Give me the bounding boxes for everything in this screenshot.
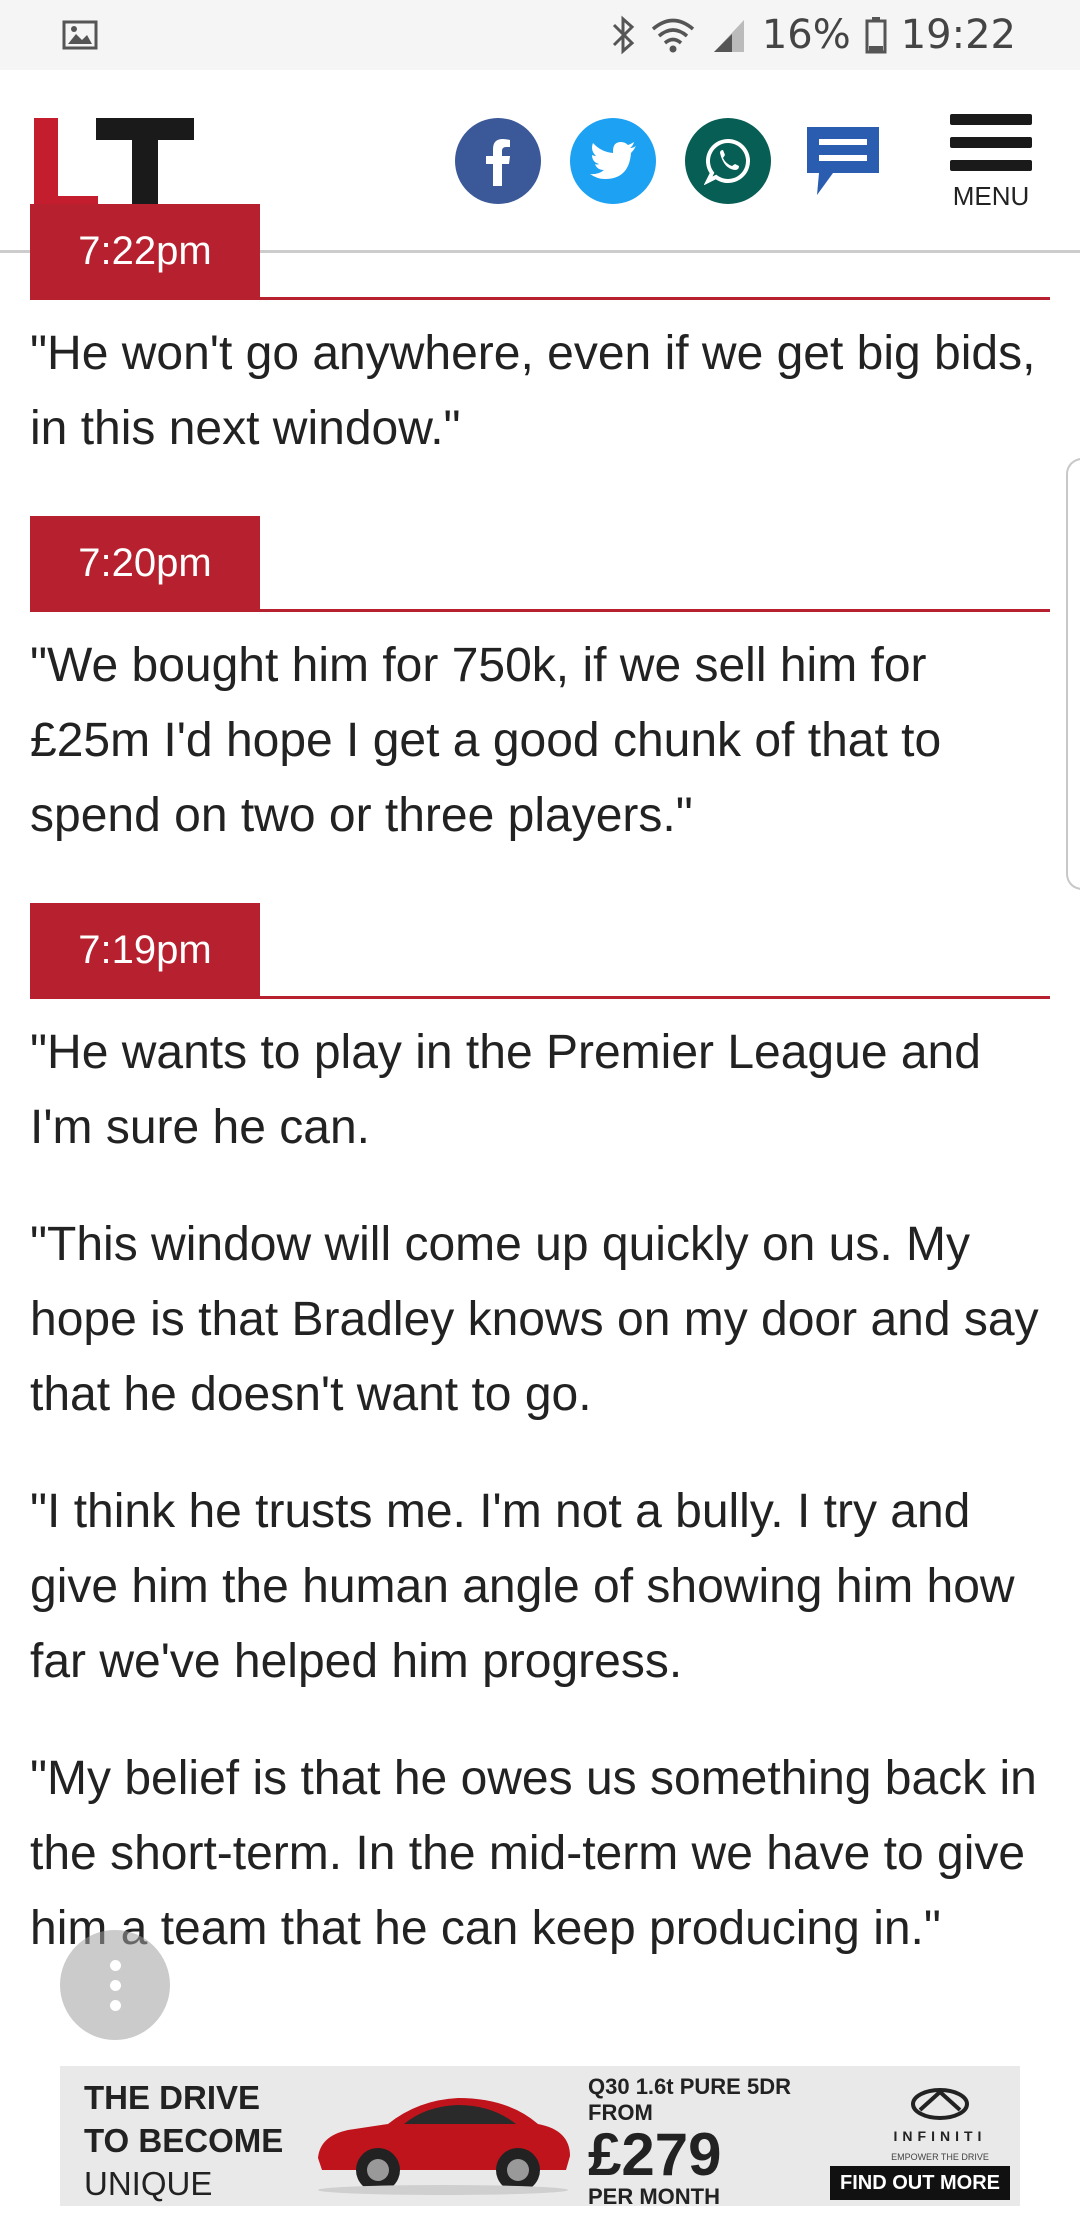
ad-tagline: EMPOWER THE DRIVE [891,2152,989,2162]
scroll-handle[interactable] [1066,458,1080,890]
ad-slogan-line: UNIQUE [84,2165,213,2202]
image-icon [62,20,98,50]
entry-header: 7:20pm [30,516,1050,612]
infiniti-logo-icon [911,2088,969,2120]
facebook-share-button[interactable] [455,118,541,204]
entry-paragraph: "This window will come up quickly on us.… [30,1218,1039,1421]
menu-bar [950,114,1032,125]
status-bar: 16% 19:22 [0,0,1080,70]
clock: 19:22 [900,12,1016,58]
twitter-icon [590,142,636,179]
ad-price: £279 [588,2121,722,2188]
more-dots-icon [109,1959,121,1971]
entry-paragraph: "I think he trusts me. I'm not a bully. … [30,1485,1015,1688]
car-image [318,2098,570,2195]
ad-slogan-line: TO BECOME [84,2122,284,2159]
whatsapp-icon [704,138,750,185]
ad-per-month: PER MONTH [588,2184,720,2206]
battery-percent: 16% [761,12,851,58]
comment-icon [807,127,879,195]
ad-brand: INFINITI [893,2128,987,2144]
entry-paragraph: "We bought him for 750k, if we sell him … [30,639,942,842]
divider [30,297,1050,300]
entry-paragraph: "He won't go anywhere, even if we get bi… [30,327,1036,455]
bluetooth-icon [612,15,634,55]
more-dots-icon [109,1999,121,2011]
comments-button[interactable] [800,118,886,204]
ad-slogan-line: THE DRIVE [84,2079,261,2116]
facebook-icon [486,139,510,186]
live-blog: 7:22pm "He won't go anywhere, even if we… [30,204,1050,1966]
logo-mark [34,118,194,218]
entry-paragraph: "He wants to play in the Premier League … [30,1026,981,1154]
entry-timestamp: 7:20pm [30,516,260,610]
entry-header: 7:22pm [30,204,1050,300]
divider [30,609,1050,612]
more-dots-icon [109,1979,121,1991]
entry-timestamp: 7:22pm [30,204,260,298]
signal-icon [713,20,744,52]
entry-paragraph: "My belief is that he owes us something … [30,1752,1037,1955]
menu-bar [950,137,1032,148]
menu-bar [950,160,1032,171]
whatsapp-share-button[interactable] [685,118,771,204]
site-logo[interactable] [34,118,194,218]
wifi-icon [651,18,694,53]
entry-timestamp: 7:19pm [30,903,260,997]
more-options-button[interactable] [60,1930,170,2040]
divider [30,996,1050,999]
menu-button[interactable]: MENU [950,114,1032,212]
ad-offer: Q30 1.6t PURE 5DR FROM £279 PER MONTH [588,2074,791,2206]
ad-cta-button[interactable]: FIND OUT MORE [830,2166,1010,2200]
ad-slogan: THE DRIVE TO BECOME UNIQUE [84,2076,283,2205]
entry-header: 7:19pm [30,903,1050,999]
ad-banner[interactable]: THE DRIVE TO BECOME UNIQUE Q30 1.6t PURE… [60,2066,1020,2206]
battery-icon [865,17,887,54]
twitter-share-button[interactable] [570,118,656,204]
ad-model: Q30 1.6t PURE 5DR [588,2074,791,2099]
